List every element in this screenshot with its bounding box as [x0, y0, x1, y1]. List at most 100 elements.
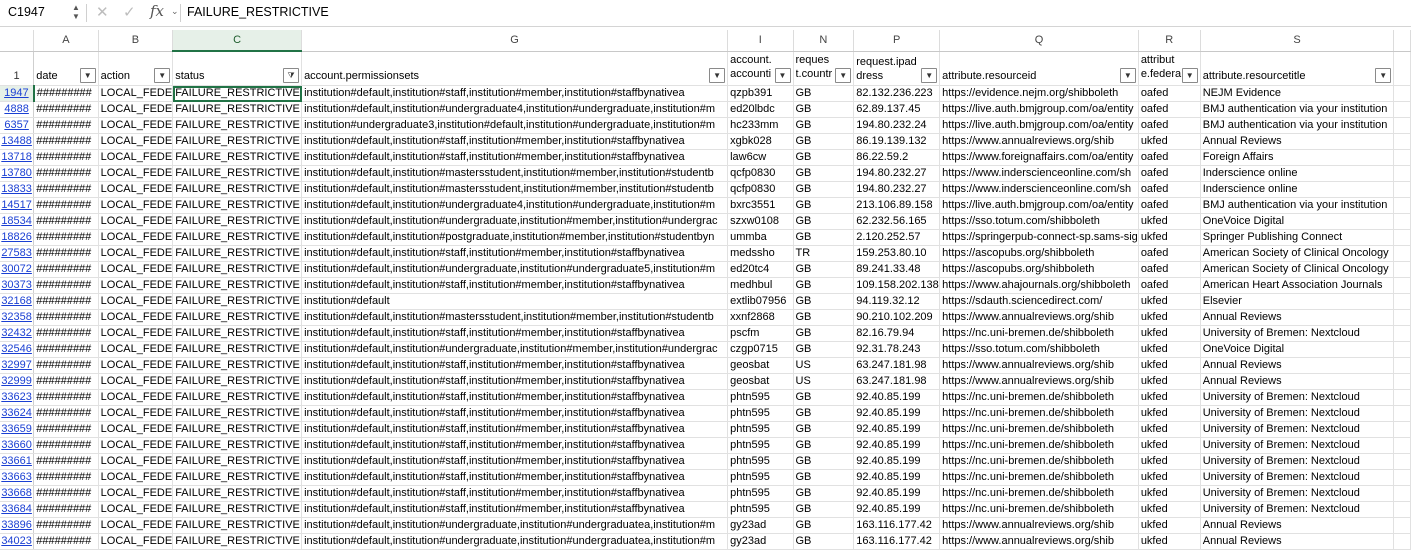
cell[interactable]: gy23ad: [727, 533, 794, 550]
cell[interactable]: ukfed: [1138, 213, 1201, 230]
cell[interactable]: #########: [33, 501, 99, 518]
cell[interactable]: #########: [33, 485, 99, 502]
cell[interactable]: institution#default,institution#staff,in…: [301, 357, 729, 374]
empty-cell[interactable]: [1393, 293, 1411, 310]
cell[interactable]: https://evidence.nejm.org/shibboleth: [939, 85, 1139, 102]
empty-cell[interactable]: [1393, 85, 1411, 102]
cell[interactable]: BMJ authentication via your institution: [1200, 101, 1395, 118]
cell[interactable]: LOCAL_FEDE: [98, 341, 174, 358]
cell[interactable]: institution#undergraduate3,institution#d…: [301, 117, 729, 134]
cell[interactable]: 82.16.79.94: [853, 325, 941, 342]
empty-cell[interactable]: [1393, 485, 1411, 502]
cell[interactable]: 63.247.181.98: [853, 373, 941, 390]
cell[interactable]: LOCAL_FEDE: [98, 229, 174, 246]
cell[interactable]: institution#default,institution#staff,in…: [301, 245, 729, 262]
cell[interactable]: https://nc.uni-bremen.de/shibboleth: [939, 389, 1139, 406]
header-cell-b[interactable]: action ▼: [98, 51, 174, 86]
cell[interactable]: FAILURE_RESTRICTIVE: [172, 181, 303, 198]
cell[interactable]: ed20tc4: [727, 261, 794, 278]
cell[interactable]: FAILURE_RESTRICTIVE: [172, 149, 303, 166]
cell[interactable]: Annual Reviews: [1200, 133, 1395, 150]
confirm-icon[interactable]: ✓: [123, 3, 136, 21]
row-number[interactable]: 33659: [0, 421, 35, 438]
cell[interactable]: #########: [33, 101, 99, 118]
cell[interactable]: LOCAL_FEDE: [98, 101, 174, 118]
cell[interactable]: ukfed: [1138, 357, 1201, 374]
empty-cell[interactable]: [1393, 533, 1411, 550]
cell[interactable]: institution#default,institution#staff,in…: [301, 469, 729, 486]
empty-cell[interactable]: [1393, 181, 1411, 198]
cell[interactable]: https://www.inderscienceonline.com/sh: [939, 165, 1139, 182]
cell[interactable]: FAILURE_RESTRICTIVE: [172, 261, 303, 278]
cell[interactable]: FAILURE_RESTRICTIVE: [172, 437, 303, 454]
cell[interactable]: ukfed: [1138, 293, 1201, 310]
column-letter[interactable]: P: [853, 30, 941, 52]
cell[interactable]: GB: [793, 421, 855, 438]
cell[interactable]: GB: [793, 165, 855, 182]
filter-dropdown-icon[interactable]: ▼: [1119, 68, 1136, 83]
header-cell-i[interactable]: account.accountid▼: [727, 51, 794, 86]
cell[interactable]: Annual Reviews: [1200, 309, 1395, 326]
cell[interactable]: institution#default,institution#postgrad…: [301, 229, 729, 246]
cell[interactable]: GB: [793, 181, 855, 198]
cancel-icon[interactable]: ✕: [96, 3, 109, 21]
empty-cell[interactable]: [1393, 101, 1411, 118]
row-number[interactable]: 32997: [0, 357, 35, 374]
cell[interactable]: bxrc3551: [727, 197, 794, 214]
empty-cell[interactable]: [1393, 437, 1411, 454]
cell[interactable]: Annual Reviews: [1200, 517, 1395, 534]
cell[interactable]: 92.31.78.243: [853, 341, 941, 358]
cell[interactable]: #########: [33, 293, 99, 310]
cell[interactable]: https://nc.uni-bremen.de/shibboleth: [939, 501, 1139, 518]
filter-dropdown-icon[interactable]: ▼: [835, 68, 852, 83]
name-box[interactable]: C1947 ▲ ▼: [0, 2, 84, 24]
cell[interactable]: FAILURE_RESTRICTIVE: [172, 229, 303, 246]
cell[interactable]: https://sso.totum.com/shibboleth: [939, 213, 1139, 230]
cell[interactable]: University of Bremen: Nextcloud: [1200, 469, 1395, 486]
cell[interactable]: xgbk028: [727, 133, 794, 150]
cell[interactable]: LOCAL_FEDE: [98, 309, 174, 326]
cell[interactable]: FAILURE_RESTRICTIVE: [172, 165, 303, 182]
cell[interactable]: https://ascopubs.org/shibboleth: [939, 245, 1139, 262]
cell[interactable]: institution#default,institution#undergra…: [301, 101, 729, 118]
cell[interactable]: phtn595: [727, 501, 794, 518]
cell[interactable]: University of Bremen: Nextcloud: [1200, 453, 1395, 470]
cell[interactable]: institution#default,institution#staff,in…: [301, 421, 729, 438]
cell[interactable]: https://nc.uni-bremen.de/shibboleth: [939, 405, 1139, 422]
cell[interactable]: 63.247.181.98: [853, 357, 941, 374]
row-number[interactable]: 30072: [0, 261, 35, 278]
cell[interactable]: phtn595: [727, 485, 794, 502]
cell[interactable]: FAILURE_RESTRICTIVE: [172, 309, 303, 326]
cell[interactable]: ummba: [727, 229, 794, 246]
chevron-down-icon[interactable]: ⌄: [171, 6, 179, 17]
cell[interactable]: #########: [33, 421, 99, 438]
row-number[interactable]: 27583: [0, 245, 35, 262]
cell[interactable]: 109.158.202.138: [853, 277, 941, 294]
name-box-stepper-icon[interactable]: ▲ ▼: [72, 3, 80, 21]
cell[interactable]: Springer Publishing Connect: [1200, 229, 1395, 246]
cell[interactable]: institution#default,institution#staff,in…: [301, 501, 729, 518]
cell[interactable]: oafed: [1138, 181, 1201, 198]
cell[interactable]: ukfed: [1138, 341, 1201, 358]
header-cell-c[interactable]: status ⧩: [172, 51, 303, 86]
cell[interactable]: FAILURE_RESTRICTIVE: [172, 421, 303, 438]
cell[interactable]: ukfed: [1138, 469, 1201, 486]
cell[interactable]: gy23ad: [727, 517, 794, 534]
cell[interactable]: institution#default,institution#staff,in…: [301, 405, 729, 422]
cell[interactable]: oafed: [1138, 277, 1201, 294]
cell[interactable]: FAILURE_RESTRICTIVE: [172, 453, 303, 470]
cell[interactable]: institution#default: [301, 293, 729, 310]
cell[interactable]: ukfed: [1138, 325, 1201, 342]
cell[interactable]: ukfed: [1138, 133, 1201, 150]
cell[interactable]: phtn595: [727, 389, 794, 406]
cell[interactable]: FAILURE_RESTRICTIVE: [172, 197, 303, 214]
empty-cell[interactable]: [1393, 261, 1411, 278]
cell[interactable]: LOCAL_FEDE: [98, 85, 174, 102]
filter-dropdown-icon[interactable]: ▼: [154, 68, 171, 83]
cell[interactable]: https://nc.uni-bremen.de/shibboleth: [939, 453, 1139, 470]
cell[interactable]: geosbat: [727, 357, 794, 374]
cell[interactable]: LOCAL_FEDE: [98, 213, 174, 230]
cell[interactable]: OneVoice Digital: [1200, 341, 1395, 358]
cell[interactable]: US: [793, 373, 855, 390]
cell[interactable]: FAILURE_RESTRICTIVE: [172, 101, 303, 118]
